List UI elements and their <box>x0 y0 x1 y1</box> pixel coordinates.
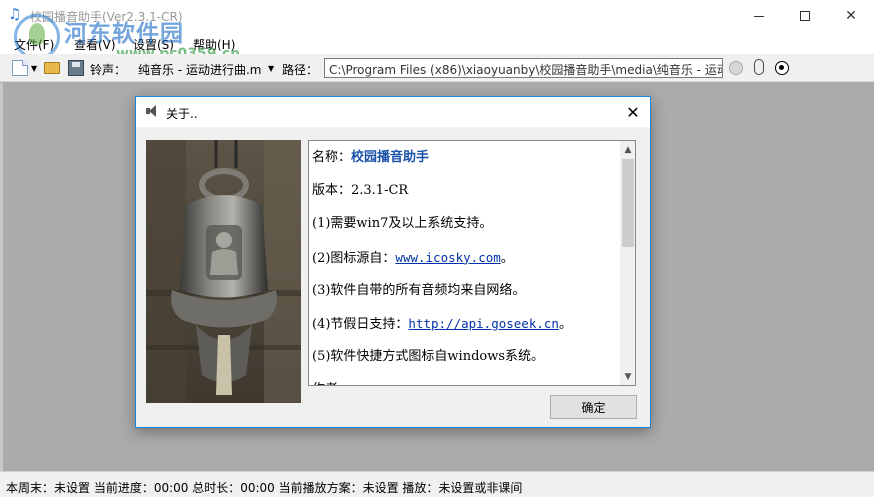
info-name-value: 校园播音助手 <box>351 150 430 165</box>
status-bar: 本周末：未设置 当前进度：00:00 总时长：00:00 当前播放方案：未设置 … <box>0 471 874 497</box>
info-line-6: 作者: <box>312 373 622 385</box>
menu-help[interactable]: 帮助(H) <box>193 36 235 53</box>
info-line-2: (2)图标源自：www.icosky.com。 <box>312 241 622 274</box>
mouse-icon[interactable] <box>754 59 764 75</box>
disc-icon[interactable] <box>729 61 743 75</box>
menu-file[interactable]: 文件(F) <box>14 36 54 53</box>
open-folder-icon[interactable] <box>44 62 60 74</box>
menu-bar: 文件(F) 查看(V) 设置(S) 帮助(H) <box>0 32 874 54</box>
path-label: 路径： <box>282 63 319 77</box>
info-line-5: (5)软件快捷方式图标自windows系统。 <box>312 349 545 365</box>
ring-label: 铃声： <box>90 63 127 77</box>
new-dropdown-arrow[interactable]: ▼ <box>31 64 37 73</box>
info-line-2-suffix: 。 <box>500 250 514 266</box>
ring-select[interactable]: 纯音乐 - 运动进行曲.m <box>138 61 261 78</box>
about-info-content: 名称：校园播音助手 版本：2.3.1-CR (1)需要win7及以上系统支持。 … <box>312 141 622 385</box>
status-text: 本周末：未设置 当前进度：00:00 总时长：00:00 当前播放方案：未设置 … <box>6 481 523 495</box>
info-name-line: 名称：校园播音助手 <box>312 141 622 174</box>
icosky-link[interactable]: www.icosky.com <box>395 250 500 265</box>
info-name-label: 名称： <box>312 150 352 165</box>
toolbar: ▼ 铃声： 纯音乐 - 运动进行曲.m ▼ 路径： C:\Program Fil… <box>0 54 874 82</box>
close-window-button[interactable]: ✕ <box>828 0 874 32</box>
info-line-4-suffix: 。 <box>558 316 572 332</box>
save-disk-icon[interactable] <box>68 60 84 76</box>
dialog-title: 关于.. <box>166 107 198 121</box>
minimize-button[interactable] <box>736 0 782 32</box>
info-scrollbar[interactable]: ▲ ▼ <box>620 141 635 385</box>
about-dialog: 关于.. ✕ 名称：校园播音助手 版本：2.3.1-CR (1)需要win7及以… <box>135 96 651 428</box>
info-version-line: 版本：2.3.1-CR <box>312 183 409 199</box>
ok-button[interactable]: 确定 <box>550 395 637 419</box>
dialog-titlebar: 关于.. ✕ <box>136 97 650 127</box>
music-note-icon: ♫ <box>8 5 22 23</box>
menu-view[interactable]: 查看(V) <box>74 36 116 53</box>
window-title: 校园播音助手(Ver2.3.1-CR) <box>30 10 183 24</box>
info-line-4: (4)节假日支持：http://api.goseek.cn。 <box>312 307 622 340</box>
new-file-icon[interactable] <box>12 60 28 76</box>
speaker-icon <box>146 105 158 117</box>
about-info-textbox[interactable]: 名称：校园播音助手 版本：2.3.1-CR (1)需要win7及以上系统支持。 … <box>308 140 636 386</box>
maximize-button[interactable] <box>782 0 828 32</box>
info-line-2-prefix: (2)图标源自： <box>312 250 396 266</box>
scroll-up-arrow-icon[interactable]: ▲ <box>620 141 635 158</box>
goseek-link[interactable]: http://api.goseek.cn <box>408 316 559 331</box>
info-line-4-prefix: (4)节假日支持： <box>312 316 409 332</box>
ring-dropdown-arrow[interactable]: ▼ <box>268 64 274 73</box>
scroll-down-arrow-icon[interactable]: ▼ <box>620 368 635 385</box>
scroll-thumb[interactable] <box>622 159 634 247</box>
dialog-close-button[interactable]: ✕ <box>618 100 648 124</box>
workspace-edge <box>0 83 3 471</box>
window-titlebar: ♫ 校园播音助手(Ver2.3.1-CR) ✕ <box>0 0 874 32</box>
stop-record-icon[interactable] <box>775 61 789 75</box>
bell-image <box>146 140 301 403</box>
info-line-3: (3)软件自带的所有音频均来自网络。 <box>312 282 526 298</box>
path-input[interactable]: C:\Program Files (x86)\xiaoyuanby\校园播音助手… <box>324 58 723 78</box>
menu-settings[interactable]: 设置(S) <box>133 36 174 53</box>
info-line-1: (1)需要win7及以上系统支持。 <box>312 216 493 232</box>
